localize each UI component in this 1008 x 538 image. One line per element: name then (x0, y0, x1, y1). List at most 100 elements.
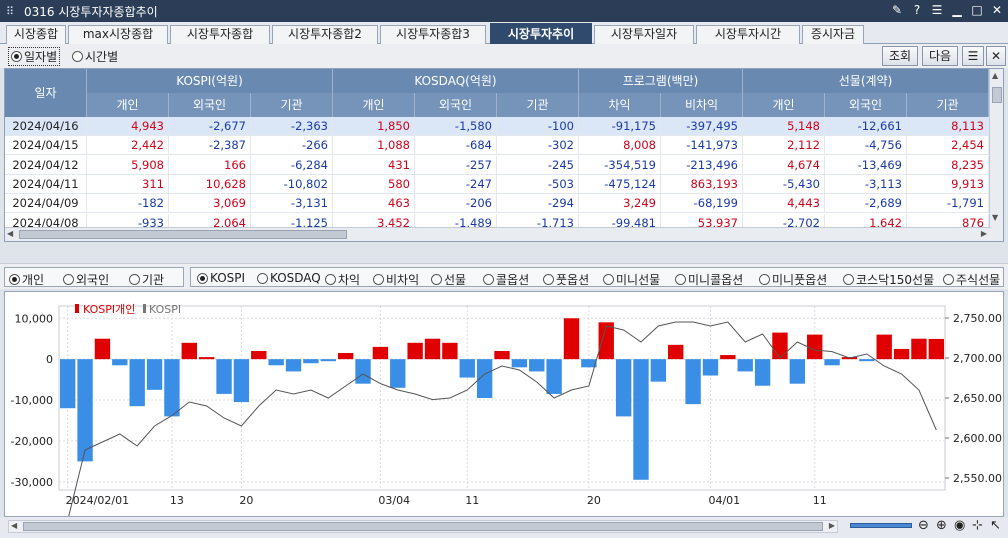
bar (216, 359, 232, 394)
pointer-icon[interactable]: ↖ (990, 518, 1001, 533)
tab-0[interactable]: 시장종합 (6, 25, 66, 44)
group-header: KOSDAQ(억원) (333, 69, 579, 93)
radio-dot-icon (543, 274, 554, 285)
bar (407, 342, 423, 360)
menu-icon[interactable]: ☰ (930, 2, 944, 18)
value-cell: -141,973 (661, 136, 743, 156)
y-right-tick-label: 2,600.00 (953, 432, 1002, 445)
column-header[interactable]: 기관 (497, 93, 579, 117)
zoom-out-icon[interactable]: ⊖ (918, 518, 929, 533)
column-header[interactable]: 개인 (333, 93, 415, 117)
radio-market-4-label: 선물 (444, 273, 467, 287)
radio-dot-icon (843, 274, 854, 285)
column-header[interactable]: 외국인 (825, 93, 907, 117)
list-icon[interactable]: ☰ (962, 46, 984, 66)
column-header[interactable]: 개인 (87, 93, 169, 117)
bar (164, 359, 180, 417)
pin-icon[interactable]: ✎ (890, 2, 904, 18)
value-cell: 4,674 (743, 155, 825, 175)
value-cell: -294 (497, 194, 579, 214)
radio-market-5[interactable]: 콜옵션 (483, 271, 529, 288)
radio-dot-icon (9, 274, 20, 285)
chart-scrollbar[interactable]: ◀ ▶ (8, 520, 838, 533)
zoom-slider[interactable] (850, 523, 912, 528)
column-header[interactable]: 기관 (907, 93, 989, 117)
table-row[interactable]: 2024/04/16 4,943 -2,677 -2,363 1,850 -1,580 -1… (5, 117, 991, 136)
chart-scroll-right-icon[interactable]: ▶ (829, 521, 835, 530)
radio-market-0[interactable]: KOSPI (197, 271, 245, 285)
minimize-icon[interactable]: ▁ (950, 2, 964, 18)
column-header[interactable]: 차익 (579, 93, 661, 117)
column-header[interactable]: 비차익 (661, 93, 743, 117)
value-cell: 8,235 (907, 155, 989, 175)
tab-6[interactable]: 시장투자일자 (594, 25, 694, 44)
horizontal-scrollbar[interactable]: ◀ ▶ (5, 227, 991, 241)
scroll-right-icon[interactable]: ▶ (981, 229, 987, 238)
grip-icon[interactable]: ⠿ (6, 5, 20, 18)
table-row[interactable]: 2024/04/09 -182 3,069 -3,131 463 -206 -294 3,24… (5, 194, 991, 214)
date-cell: 2024/04/15 (5, 136, 87, 156)
radio-market-8[interactable]: 미니콜옵션 (675, 271, 743, 288)
chart-canvas: 10,000 0 -10,000 -20,000 -30,000 2,750.00 2,70… (11, 303, 1002, 521)
tab-7[interactable]: 시장투자시간 (696, 25, 800, 44)
radio-market-11[interactable]: 주식선물 (943, 271, 1000, 288)
table-row[interactable]: 2024/04/15 2,442 -2,387 -266 1,088 -684 -302 8,… (5, 136, 991, 156)
scroll-left-icon[interactable]: ◀ (7, 229, 13, 238)
radio-investor-2[interactable]: 기관 (129, 271, 164, 288)
tab-4[interactable]: 시장투자종합3 (380, 25, 486, 44)
chart-scroll-thumb[interactable] (23, 522, 823, 531)
column-header[interactable]: 기관 (251, 93, 333, 117)
vertical-scroll-thumb[interactable] (992, 87, 1002, 103)
radio-investor-1[interactable]: 외국인 (63, 271, 109, 288)
chart-bottom-bar: ◀ ▶ ⊖ ⊕ ◉ ⊹ ↖ (0, 517, 1008, 538)
radio-market-4[interactable]: 선물 (431, 271, 466, 288)
radio-market-3[interactable]: 비차익 (373, 271, 419, 288)
tab-8[interactable]: 증시자금 (802, 25, 864, 44)
radio-market-10[interactable]: 코스닥150선물 (843, 271, 934, 288)
radio-market-9[interactable]: 미니풋옵션 (759, 271, 827, 288)
bar (494, 350, 510, 360)
sub-header-row: 개인 외국인 기관 개인 외국인 기관 차익 비차익 개인 외국인 기관 (87, 93, 991, 117)
value-cell: -257 (415, 155, 497, 175)
radio-market-2[interactable]: 차익 (325, 271, 360, 288)
radio-time[interactable]: 시간별 (72, 48, 118, 65)
next-button[interactable]: 다음 (922, 46, 958, 66)
zoom-reset-icon[interactable]: ◉ (954, 518, 965, 533)
y-left-tick-label: -10,000 (11, 394, 53, 407)
column-header[interactable]: 외국인 (169, 93, 251, 117)
tab-1[interactable]: max시장종합 (68, 25, 168, 44)
radio-market-1[interactable]: KOSDAQ (257, 271, 321, 285)
column-header[interactable]: 외국인 (415, 93, 497, 117)
radio-daily[interactable]: 일자별 (8, 47, 61, 66)
y-right-tick-label: 2,550.00 (953, 472, 1002, 485)
scroll-down-icon[interactable]: ▼ (992, 213, 1001, 223)
crosshair-icon[interactable]: ⊹ (972, 518, 983, 533)
radio-market-7[interactable]: 미니선물 (603, 271, 660, 288)
query-button[interactable]: 조회 (882, 46, 918, 66)
close-panel-icon[interactable]: ✕ (986, 46, 1006, 66)
zoom-in-icon[interactable]: ⊕ (936, 518, 947, 533)
table-row[interactable]: 2024/04/12 5,908 166 -6,284 431 -257 -245 -354,… (5, 155, 991, 175)
scroll-up-icon[interactable]: ▲ (992, 71, 1001, 81)
close-icon[interactable]: ✕ (990, 2, 1004, 18)
maximize-icon[interactable]: □ (970, 2, 984, 18)
bar (529, 359, 545, 372)
vertical-scrollbar[interactable]: ▲ ▼ (989, 69, 1003, 241)
chart-scroll-left-icon[interactable]: ◀ (11, 521, 17, 530)
radio-investor-0[interactable]: 개인 (9, 271, 44, 288)
bar (789, 359, 806, 384)
column-header[interactable]: 개인 (743, 93, 825, 117)
value-cell: 10,628 (169, 174, 251, 194)
value-cell: 311 (87, 174, 169, 194)
chart-option-row: 개인 외국인 기관 KOSPI KOSDAQ 차익 비차익 선물 콜옵션 풋옵션 미니선물 미니콜옵… (0, 263, 1008, 289)
radio-market-6[interactable]: 풋옵션 (543, 271, 589, 288)
horizontal-scroll-thumb[interactable] (19, 230, 347, 239)
bar (198, 357, 215, 360)
tab-3[interactable]: 시장투자종합2 (272, 25, 378, 44)
help-icon[interactable]: ? (910, 2, 924, 18)
tab-5[interactable]: 시장투자추이 (490, 23, 592, 44)
bar (511, 359, 528, 368)
value-cell: 580 (333, 174, 415, 194)
table-row[interactable]: 2024/04/11 311 10,628 -10,802 580 -247 -503 -47… (5, 174, 991, 194)
tab-2[interactable]: 시장투자종합 (170, 25, 270, 44)
